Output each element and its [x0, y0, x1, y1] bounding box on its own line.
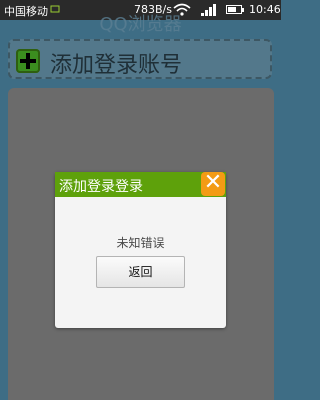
close-icon[interactable]: ✕ — [201, 172, 225, 196]
add-login-dialog: 添加登录登录 ✕ 未知错误 返回 — [55, 172, 226, 328]
app-title: QQ浏览器 — [99, 14, 182, 35]
dialog-title: 添加登录登录 — [59, 179, 143, 195]
add-account-label: 添加登录账号 — [50, 53, 183, 78]
add-account-button[interactable]: 添加登录账号 — [8, 39, 272, 79]
plus-icon — [16, 49, 40, 73]
error-message: 未知错误 — [116, 236, 165, 250]
back-button[interactable]: 返回 — [96, 256, 185, 288]
